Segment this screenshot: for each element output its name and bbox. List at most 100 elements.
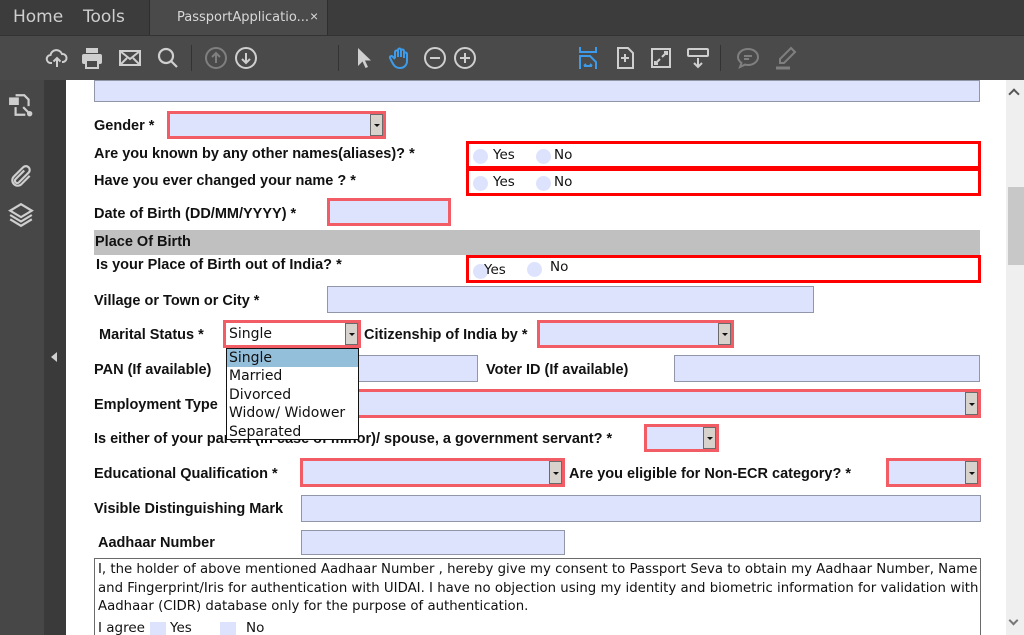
document-tab[interactable]: PassportApplicatio... × (149, 0, 328, 35)
upload-cloud-icon[interactable] (43, 44, 71, 72)
export-pdf-icon[interactable] (8, 92, 34, 118)
toolbar-divider (338, 45, 339, 71)
dob-input[interactable] (327, 198, 451, 226)
document-tab-title: PassportApplicatio... (177, 10, 309, 25)
chevron-down-icon[interactable] (703, 427, 716, 449)
attachment-icon[interactable] (8, 164, 34, 190)
zoom-in-icon[interactable] (451, 44, 479, 72)
agree-yes-label: Yes (170, 620, 192, 635)
toolbar: 1 / 3 101% (0, 35, 1024, 107)
birth-out-no-radio[interactable] (527, 262, 542, 277)
aliases-no-label: No (554, 147, 573, 163)
read-mode-icon[interactable] (684, 44, 712, 72)
pan-label: PAN (If available) (94, 362, 212, 378)
aliases-yes-radio[interactable] (473, 149, 488, 164)
chevron-down-icon[interactable] (965, 392, 978, 415)
citizenship-dropdown[interactable] (537, 320, 734, 348)
collapse-panel-icon[interactable] (51, 352, 57, 362)
email-icon[interactable] (116, 44, 144, 72)
layers-icon[interactable] (8, 202, 34, 228)
birth-out-yes-label: Yes (484, 262, 506, 278)
agree-no-checkbox[interactable] (220, 622, 236, 635)
education-dropdown[interactable] (300, 458, 565, 487)
marital-status-options: Single Married Divorced Widow/ Widower Separ… (226, 348, 359, 440)
scroll-up-icon[interactable] (1008, 88, 1020, 100)
changed-name-no-label: No (554, 174, 573, 190)
chevron-down-icon[interactable] (370, 114, 383, 136)
village-input[interactable] (327, 286, 814, 313)
close-tab-icon[interactable]: × (310, 8, 318, 24)
non-ecr-dropdown[interactable] (886, 458, 981, 487)
aliases-yes-label: Yes (493, 147, 515, 163)
marital-status-option[interactable]: Single (227, 349, 358, 368)
marital-status-option[interactable]: Separated (227, 423, 358, 441)
education-label: Educational Qualification * (94, 466, 278, 482)
aadhaar-input[interactable] (301, 530, 565, 555)
previous-page-icon[interactable] (202, 44, 230, 72)
vertical-scrollbar[interactable] (1006, 80, 1024, 635)
scrollbar-thumb[interactable] (1008, 187, 1024, 265)
voter-id-input[interactable] (674, 355, 980, 382)
chevron-down-icon[interactable] (549, 461, 562, 484)
toolbar-divider (191, 45, 192, 71)
dob-label: Date of Birth (DD/MM/YYYY) * (94, 206, 297, 222)
home-tab[interactable]: Home (13, 0, 63, 35)
aadhaar-label: Aadhaar Number (98, 535, 215, 551)
marital-status-option[interactable]: Widow/ Widower (227, 404, 358, 422)
changed-name-no-radio[interactable] (536, 176, 551, 191)
print-icon[interactable] (78, 44, 106, 72)
left-tool-rail (0, 80, 44, 635)
aliases-label: Are you known by any other names(aliases… (94, 146, 415, 162)
aliases-no-radio[interactable] (536, 149, 551, 164)
highlight-icon[interactable] (771, 44, 799, 72)
employment-type-label: Employment Type (94, 397, 218, 413)
toolbar-divider (720, 45, 721, 71)
scroll-down-icon[interactable] (1008, 615, 1019, 626)
changed-name-radio-group: Yes No (466, 168, 981, 196)
changed-name-yes-radio[interactable] (473, 176, 488, 191)
marital-status-label: Marital Status * (99, 327, 204, 343)
changed-name-yes-label: Yes (493, 174, 515, 190)
voter-id-label: Voter ID (If available) (486, 362, 629, 378)
place-of-birth-section-header: Place Of Birth (94, 230, 980, 255)
gender-label: Gender * (94, 118, 155, 134)
non-ecr-label: Are you eligible for Non-ECR category? * (569, 466, 851, 482)
next-page-icon[interactable] (232, 44, 260, 72)
distinguishing-mark-label: Visible Distinguishing Mark (94, 501, 284, 517)
top-nav-bar: Home Tools PassportApplicatio... × (0, 0, 1024, 35)
select-cursor-icon[interactable] (350, 44, 378, 72)
zoom-out-icon[interactable] (421, 44, 449, 72)
marital-status-option[interactable]: Divorced (227, 386, 358, 404)
agree-label: I agree (98, 620, 145, 635)
pdf-page: Gender * Are you known by any other name… (66, 80, 1006, 635)
marital-status-option[interactable]: Married (227, 367, 358, 385)
consent-text: I, the holder of above mentioned Aadhaar… (98, 562, 979, 614)
distinguishing-mark-input[interactable] (301, 495, 981, 522)
hand-tool-icon[interactable] (386, 44, 414, 72)
full-screen-icon[interactable] (647, 44, 675, 72)
fit-width-icon[interactable] (574, 44, 602, 72)
agree-no-label: No (246, 620, 265, 635)
chevron-down-icon[interactable] (345, 323, 358, 345)
pan-input[interactable] (350, 355, 478, 382)
chevron-down-icon[interactable] (718, 323, 731, 345)
section-title: Place Of Birth (95, 234, 191, 250)
employment-type-dropdown[interactable] (350, 389, 981, 418)
birth-out-no-label: No (550, 259, 569, 275)
aadhaar-consent-box: I, the holder of above mentioned Aadhaar… (94, 558, 981, 635)
comment-icon[interactable] (734, 44, 762, 72)
agree-yes-checkbox[interactable] (150, 622, 166, 635)
previous-field[interactable] (94, 80, 980, 102)
fit-page-icon[interactable] (611, 44, 639, 72)
collapsed-side-panel (44, 80, 66, 635)
govt-servant-dropdown[interactable] (644, 424, 719, 452)
changed-name-label: Have you ever changed your name ? * (94, 173, 356, 189)
marital-status-value: Single (229, 326, 273, 342)
tools-tab[interactable]: Tools (83, 0, 125, 35)
birth-out-of-india-radio-group: Yes No (466, 255, 981, 283)
chevron-down-icon[interactable] (965, 461, 978, 484)
gender-dropdown[interactable] (167, 111, 386, 139)
marital-status-dropdown[interactable]: Single (223, 320, 361, 348)
village-label: Village or Town or City * (94, 293, 260, 309)
search-icon[interactable] (154, 44, 182, 72)
